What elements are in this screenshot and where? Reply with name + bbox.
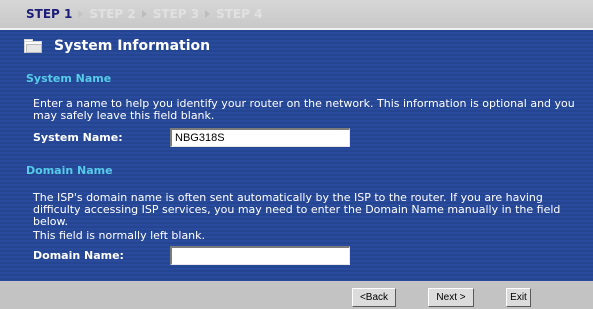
wizard-window: STEP 1 STEP 2 STEP 3 STEP 4 System Infor… [0,0,593,309]
step-bar: STEP 1 STEP 2 STEP 3 STEP 4 [0,0,593,30]
system-name-label: System Name: [33,131,123,144]
step-arrow-icon [205,10,211,18]
step-arrow-icon [141,10,147,18]
step-4-label: STEP 4 [216,7,263,21]
domain-name-input[interactable] [170,246,350,265]
step-arrow-icon [78,10,84,18]
domain-name-heading: Domain Name [26,164,113,177]
step-3-label: STEP 3 [152,7,200,21]
main-panel: System Information System Name Enter a n… [0,32,593,281]
exit-button[interactable]: Exit [506,288,531,307]
step-1: STEP 1 [26,7,84,21]
page-header: System Information [24,38,210,54]
back-button[interactable]: <Back [352,288,396,307]
domain-name-note: This field is normally left blank. [33,229,206,242]
step-2: STEP 2 [89,7,147,21]
step-2-label: STEP 2 [89,7,136,21]
step-4: STEP 4 [216,7,262,21]
step-1-label: STEP 1 [26,7,73,21]
next-button[interactable]: Next > [428,288,474,307]
system-name-description: Enter a name to help you identify your r… [33,97,575,122]
folder-icon [24,39,42,53]
page-title: System Information [54,38,211,54]
system-name-input[interactable] [170,128,350,147]
system-name-heading: System Name [26,72,112,85]
domain-name-label: Domain Name: [33,249,124,262]
button-bar: <Back Next > Exit [0,281,593,309]
step-3: STEP 3 [152,7,211,21]
domain-name-description: The ISP's domain name is often sent auto… [33,191,561,228]
